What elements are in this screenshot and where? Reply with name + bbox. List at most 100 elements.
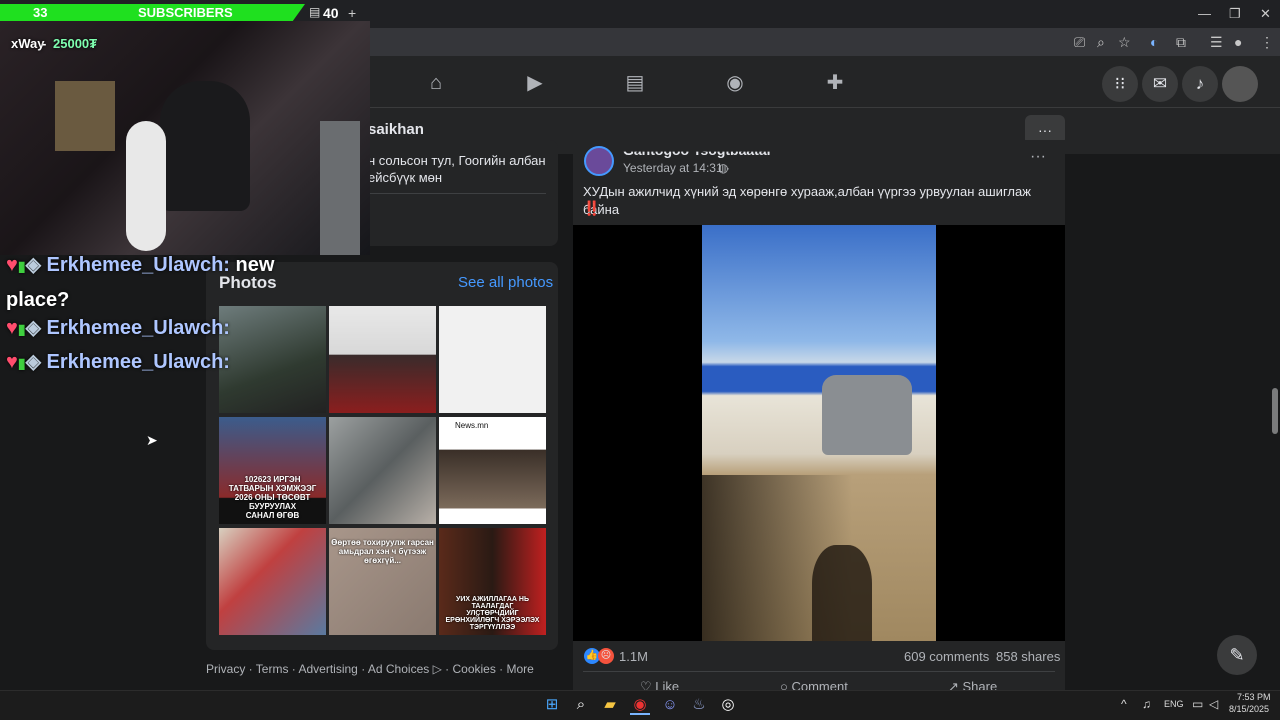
- notifications-bell-icon[interactable]: ♪: [1182, 66, 1218, 102]
- chat-message: ♥▮◈ Erkhemee_Ulawch:: [6, 350, 230, 375]
- video-icon[interactable]: ▶: [520, 68, 550, 98]
- windows-start-icon[interactable]: ⊞: [542, 695, 562, 715]
- globe-icon: ◍: [718, 161, 729, 175]
- photo-thumb[interactable]: [439, 306, 546, 413]
- groups-icon[interactable]: ◉: [720, 68, 750, 98]
- comment-count[interactable]: 609 comments: [904, 649, 989, 664]
- home-icon[interactable]: ⌂: [421, 68, 451, 98]
- profile-name: saikhan: [368, 121, 424, 138]
- footer-more-link[interactable]: More: [507, 662, 534, 676]
- messenger-icon[interactable]: ✉: [1142, 66, 1178, 102]
- comment-icon: ○: [780, 679, 792, 690]
- photo-thumb[interactable]: News.mn: [439, 417, 546, 524]
- like-label: Like: [655, 679, 680, 690]
- photo-thumb[interactable]: 102623 ИРГЭН ТАТВАРЫН ХЭМЖЭЭГ 2026 ОНЫ Т…: [219, 417, 326, 524]
- clock-date[interactable]: 8/15/2025: [1229, 704, 1269, 714]
- post-text: ХУДын ажилчид хүний эд хөрөнгө хурааж,ал…: [583, 183, 1058, 219]
- angry-reaction-icon: ☹: [598, 648, 614, 664]
- heart-badge-icon: ♥: [6, 317, 18, 339]
- like-button[interactable]: ♡ Like: [640, 679, 679, 690]
- webcam-overlay: [0, 21, 370, 255]
- mod-badge-icon: ◈: [25, 254, 41, 276]
- search-icon[interactable]: ⌕: [571, 695, 591, 715]
- see-all-photos-link[interactable]: See all photos: [458, 274, 553, 291]
- zoom-icon[interactable]: ⌕: [1097, 34, 1105, 51]
- donor-name: xWay: [11, 36, 45, 51]
- pc-case-shape: [320, 121, 360, 255]
- chat-message: ♥▮◈ Erkhemee_Ulawch: new place?: [6, 248, 316, 317]
- minimize-button[interactable]: —: [1198, 6, 1211, 21]
- photo-thumb[interactable]: УИХ АЖИЛЛАГАА НЬ ТААЛАГДАГ УЛСТӨРЧДИЙГ Е…: [439, 528, 546, 635]
- profile-avatar-icon[interactable]: ●: [1234, 34, 1242, 50]
- footer-privacy-link[interactable]: Privacy: [206, 662, 245, 676]
- post-timestamp[interactable]: Yesterday at 14:31 ·: [623, 161, 730, 175]
- share-label: Share: [962, 679, 998, 690]
- sub-badge-icon: ▮: [17, 355, 26, 371]
- network-icon[interactable]: ▭: [1192, 697, 1203, 711]
- chat-message: ♥▮◈ Erkhemee_Ulawch:: [6, 316, 230, 341]
- post-options-icon[interactable]: ···: [1030, 148, 1046, 166]
- chat-username: Erkhemee_Ulawch:: [46, 351, 230, 373]
- discord-icon[interactable]: ☺: [660, 695, 680, 715]
- gaming-icon[interactable]: ✚: [820, 68, 850, 98]
- mouse-cursor-icon: ➤: [146, 432, 158, 448]
- photo-caption: 102623 ИРГЭН ТАТВАРЫН ХЭМЖЭЭГ 2026 ОНЫ Т…: [228, 475, 317, 520]
- comment-button[interactable]: ○ Comment: [780, 679, 848, 690]
- photo-thumb[interactable]: [219, 306, 326, 413]
- sub-badge-icon: ▮: [17, 321, 26, 337]
- chat-username: Erkhemee_Ulawch:: [46, 254, 230, 276]
- obs-icon[interactable]: ◎: [718, 695, 738, 715]
- tray-caret-icon[interactable]: ^: [1121, 697, 1127, 711]
- subscriber-goal: 40: [323, 5, 339, 21]
- browser-menu-icon[interactable]: ⋮: [1260, 34, 1274, 51]
- extension-icon[interactable]: ◐: [1150, 34, 1158, 50]
- cast-icon[interactable]: ⎚: [1074, 34, 1085, 51]
- reaction-count[interactable]: 1.1M: [619, 649, 648, 664]
- language-indicator[interactable]: ENG: [1164, 699, 1184, 709]
- divider: [583, 671, 1055, 672]
- steam-icon[interactable]: ♨: [689, 695, 709, 715]
- tab-search-icon[interactable]: ☰: [1210, 34, 1223, 51]
- account-avatar[interactable]: [1222, 66, 1258, 102]
- chrome-icon[interactable]: ◉: [630, 695, 650, 715]
- like-icon: ♡: [640, 679, 656, 690]
- footer-terms-link[interactable]: Terms: [256, 662, 289, 676]
- footer-adchoices-link[interactable]: Ad Choices ▷: [368, 662, 442, 676]
- photo-caption: Өөртөө тохируулж гарсан амьдрал хэн ч бү…: [331, 538, 434, 565]
- video-frame[interactable]: [702, 225, 936, 641]
- extensions-puzzle-icon[interactable]: ⧉: [1176, 34, 1186, 51]
- photo-thumb[interactable]: [329, 417, 436, 524]
- menu-grid-icon[interactable]: ⁝⁝: [1102, 66, 1138, 102]
- file-explorer-icon[interactable]: ▰: [600, 695, 620, 715]
- chair-side-shape: [126, 121, 166, 251]
- page-scrollbar-thumb[interactable]: [1272, 388, 1278, 434]
- photos-grid: 102623 ИРГЭН ТАТВАРЫН ХЭМЖЭЭГ 2026 ОНЫ Т…: [219, 306, 547, 635]
- share-count[interactable]: 858 shares: [996, 649, 1060, 664]
- photo-thumb[interactable]: [219, 528, 326, 635]
- marketplace-icon[interactable]: ▤: [620, 68, 650, 98]
- new-message-button[interactable]: ✎: [1217, 635, 1257, 675]
- photo-thumb[interactable]: Өөртөө тохируулж гарсан амьдрал хэн ч бү…: [329, 528, 436, 635]
- gaming-chair-shape: [160, 81, 250, 211]
- goal-plus: +: [348, 5, 357, 21]
- footer-advertising-link[interactable]: Advertising: [298, 662, 357, 676]
- post-author-avatar[interactable]: [584, 146, 614, 176]
- close-window-button[interactable]: ✕: [1260, 6, 1271, 22]
- heart-badge-icon: ♥: [6, 351, 18, 373]
- restore-button[interactable]: ❐: [1229, 6, 1241, 22]
- poster-shape: [55, 81, 115, 151]
- share-icon: ↗: [948, 679, 963, 690]
- bookmark-star-icon[interactable]: ☆: [1118, 34, 1131, 51]
- subscriber-count: 33: [33, 5, 48, 20]
- person-shadow-shape: [812, 545, 872, 641]
- footer-cookies-link[interactable]: Cookies: [452, 662, 495, 676]
- photo-thumb[interactable]: [329, 306, 436, 413]
- share-button[interactable]: ↗ Share: [948, 679, 997, 690]
- microphone-icon[interactable]: ♫: [1142, 697, 1151, 711]
- volume-icon[interactable]: ◁: [1209, 697, 1218, 711]
- subscriber-label: SUBSCRIBERS: [138, 5, 233, 20]
- clock-time[interactable]: 7:53 PM: [1237, 692, 1271, 702]
- mod-badge-icon: ◈: [25, 351, 41, 373]
- post-emoji: ‼️: [583, 200, 601, 216]
- intro-text: н сольсон тул, Гоогийн албан ейсбүүк мөн: [368, 153, 546, 185]
